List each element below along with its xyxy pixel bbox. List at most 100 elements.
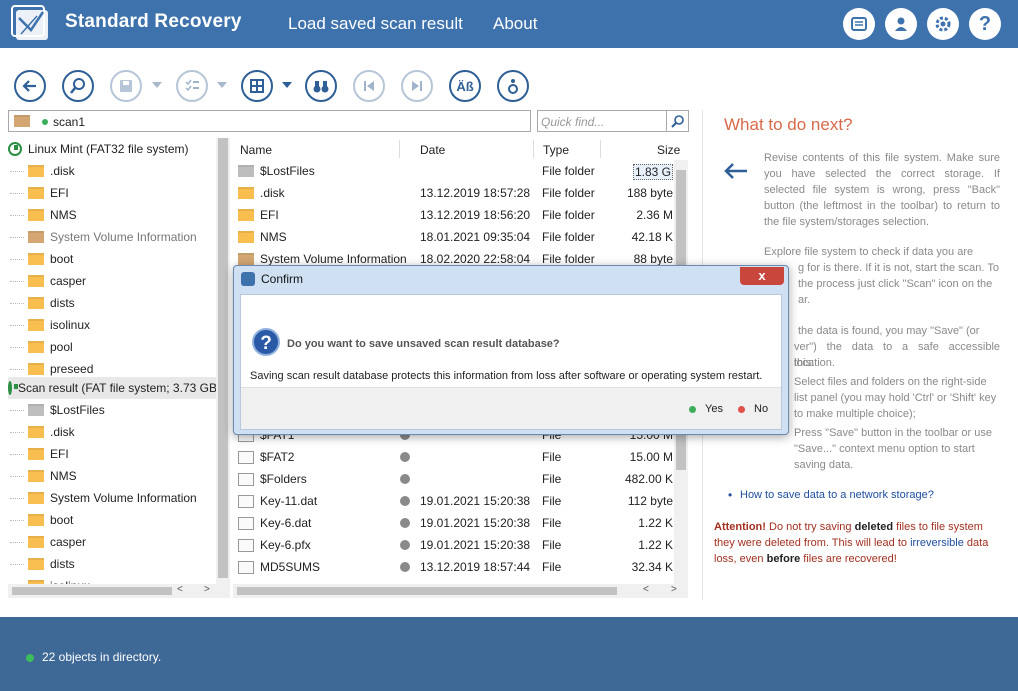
find-button[interactable]: [305, 70, 337, 102]
save-dropdown-icon[interactable]: [152, 82, 162, 88]
scroll-left-icon[interactable]: <: [177, 584, 183, 595]
tree-item[interactable]: boot: [8, 248, 216, 270]
checklist-dropdown-icon[interactable]: [217, 82, 227, 88]
folder-icon: [28, 231, 44, 243]
tree-vertical-scrollbar[interactable]: [216, 138, 230, 584]
tree-item[interactable]: .disk: [8, 421, 216, 443]
table-row[interactable]: .disk 13.12.2019 18:57:28 File folder 18…: [233, 182, 673, 204]
no-dot-icon: [738, 405, 745, 413]
quick-find-button[interactable]: [666, 111, 688, 131]
next-button[interactable]: [401, 70, 433, 102]
tree-item[interactable]: isolinux: [8, 314, 216, 336]
folder-icon: [28, 319, 44, 331]
user-button[interactable]: [885, 8, 917, 40]
tree-root-scan-result[interactable]: Scan result (FAT file system; 3.73 GB in: [8, 377, 216, 399]
about-link[interactable]: About: [493, 14, 537, 34]
quick-find-input[interactable]: Quick find...: [537, 110, 689, 132]
table-row[interactable]: $FAT2 File 15.00 M: [233, 446, 673, 468]
close-icon: x: [758, 268, 766, 283]
save-button[interactable]: [110, 70, 142, 102]
prev-button[interactable]: [353, 70, 385, 102]
scroll-left-icon[interactable]: <: [643, 584, 649, 595]
folder-icon: [28, 492, 44, 504]
help-button[interactable]: ?: [969, 8, 1001, 40]
table-row[interactable]: Key-6.dat 19.01.2021 15:20:38 File 1.22 …: [233, 512, 673, 534]
folder-icon: [28, 558, 44, 570]
info-button[interactable]: [497, 70, 529, 102]
table-row[interactable]: $Folders File 482.00 K: [233, 468, 673, 490]
log-button[interactable]: [843, 8, 875, 40]
tree-item[interactable]: $LostFiles: [8, 399, 216, 421]
folder-tree: Linux Mint (FAT32 file system) .disk EFI…: [8, 138, 216, 584]
tree-item[interactable]: EFI: [8, 182, 216, 204]
folder-icon: [28, 470, 44, 482]
tree-item[interactable]: .disk: [8, 160, 216, 182]
folder-icon: [28, 404, 44, 416]
checklist-button[interactable]: [176, 70, 208, 102]
explore-button[interactable]: [62, 70, 94, 102]
view-icon: [250, 79, 264, 93]
file-icon: [238, 451, 254, 464]
match-case-button[interactable]: Äß: [449, 70, 481, 102]
tree-horizontal-scrollbar[interactable]: < >: [8, 584, 230, 598]
folder-icon: [238, 165, 254, 177]
help-paragraph-2-line-4: ar.: [798, 294, 811, 306]
path-field[interactable]: scan1: [8, 110, 531, 132]
network-storage-link[interactable]: How to save data to a network storage?: [728, 488, 934, 502]
folder-icon: [238, 231, 254, 243]
view-button[interactable]: [241, 70, 273, 102]
table-row[interactable]: Key-6.pfx 19.01.2021 15:20:38 File 1.22 …: [233, 534, 673, 556]
table-row[interactable]: MD5SUMS 13.12.2019 18:57:44 File 32.34 K: [233, 556, 673, 578]
folder-icon: [28, 187, 44, 199]
tree-item[interactable]: System Volume Information: [8, 487, 216, 509]
tree-item[interactable]: NMS: [8, 204, 216, 226]
status-dot-icon: [26, 654, 34, 662]
status-text: 22 objects in directory.: [42, 650, 162, 664]
status-dot-icon: [400, 540, 410, 550]
folder-icon: [28, 341, 44, 353]
scroll-right-icon[interactable]: >: [204, 584, 210, 595]
back-button[interactable]: [14, 70, 46, 102]
quick-find-placeholder: Quick find...: [541, 115, 605, 129]
tree-item[interactable]: dists: [8, 553, 216, 575]
no-button[interactable]: No: [738, 403, 768, 415]
tree-item[interactable]: casper: [8, 531, 216, 553]
table-row[interactable]: NMS 18.01.2021 09:35:04 File folder 42.1…: [233, 226, 673, 248]
status-dot-icon: [400, 452, 410, 462]
folder-icon: [238, 253, 254, 265]
status-dot-icon: [400, 474, 410, 484]
settings-button[interactable]: [927, 8, 959, 40]
tree-item[interactable]: System Volume Information: [8, 226, 216, 248]
file-icon: [238, 539, 254, 552]
tree-item[interactable]: NMS: [8, 465, 216, 487]
table-row[interactable]: Key-11.dat 19.01.2021 15:20:38 File 112 …: [233, 490, 673, 512]
checklist-icon: [185, 79, 199, 92]
app-logo-icon: [11, 5, 48, 40]
file-list-horizontal-scrollbar[interactable]: < >: [233, 584, 688, 598]
back-arrow-icon: [724, 163, 747, 179]
scroll-right-icon[interactable]: >: [671, 584, 677, 595]
path-text: scan1: [53, 115, 86, 129]
column-date[interactable]: Date: [420, 143, 445, 157]
tree-item[interactable]: isolinux: [8, 575, 216, 584]
table-row[interactable]: EFI 13.12.2019 18:56:20 File folder 2.36…: [233, 204, 673, 226]
column-type[interactable]: Type: [543, 143, 569, 157]
tree-item[interactable]: EFI: [8, 443, 216, 465]
yes-button[interactable]: Yes: [689, 403, 723, 415]
view-dropdown-icon[interactable]: [282, 82, 292, 88]
table-row[interactable]: $LostFiles File folder 1.83 G: [233, 160, 673, 182]
folder-icon: [28, 165, 44, 177]
tree-root-linux-mint[interactable]: Linux Mint (FAT32 file system): [8, 138, 216, 160]
load-saved-scan-link[interactable]: Load saved scan result: [288, 14, 463, 34]
column-size[interactable]: Size: [657, 143, 680, 157]
confirm-dialog: Confirm x ? Do you want to save unsaved …: [233, 265, 789, 435]
dialog-app-icon: [241, 272, 255, 286]
dialog-close-button[interactable]: x: [740, 267, 784, 285]
tree-item[interactable]: casper: [8, 270, 216, 292]
tree-item[interactable]: pool: [8, 336, 216, 358]
folder-icon: [28, 363, 44, 375]
column-name[interactable]: Name: [240, 143, 272, 157]
folder-icon: [238, 209, 254, 221]
tree-item[interactable]: dists: [8, 292, 216, 314]
tree-item[interactable]: boot: [8, 509, 216, 531]
